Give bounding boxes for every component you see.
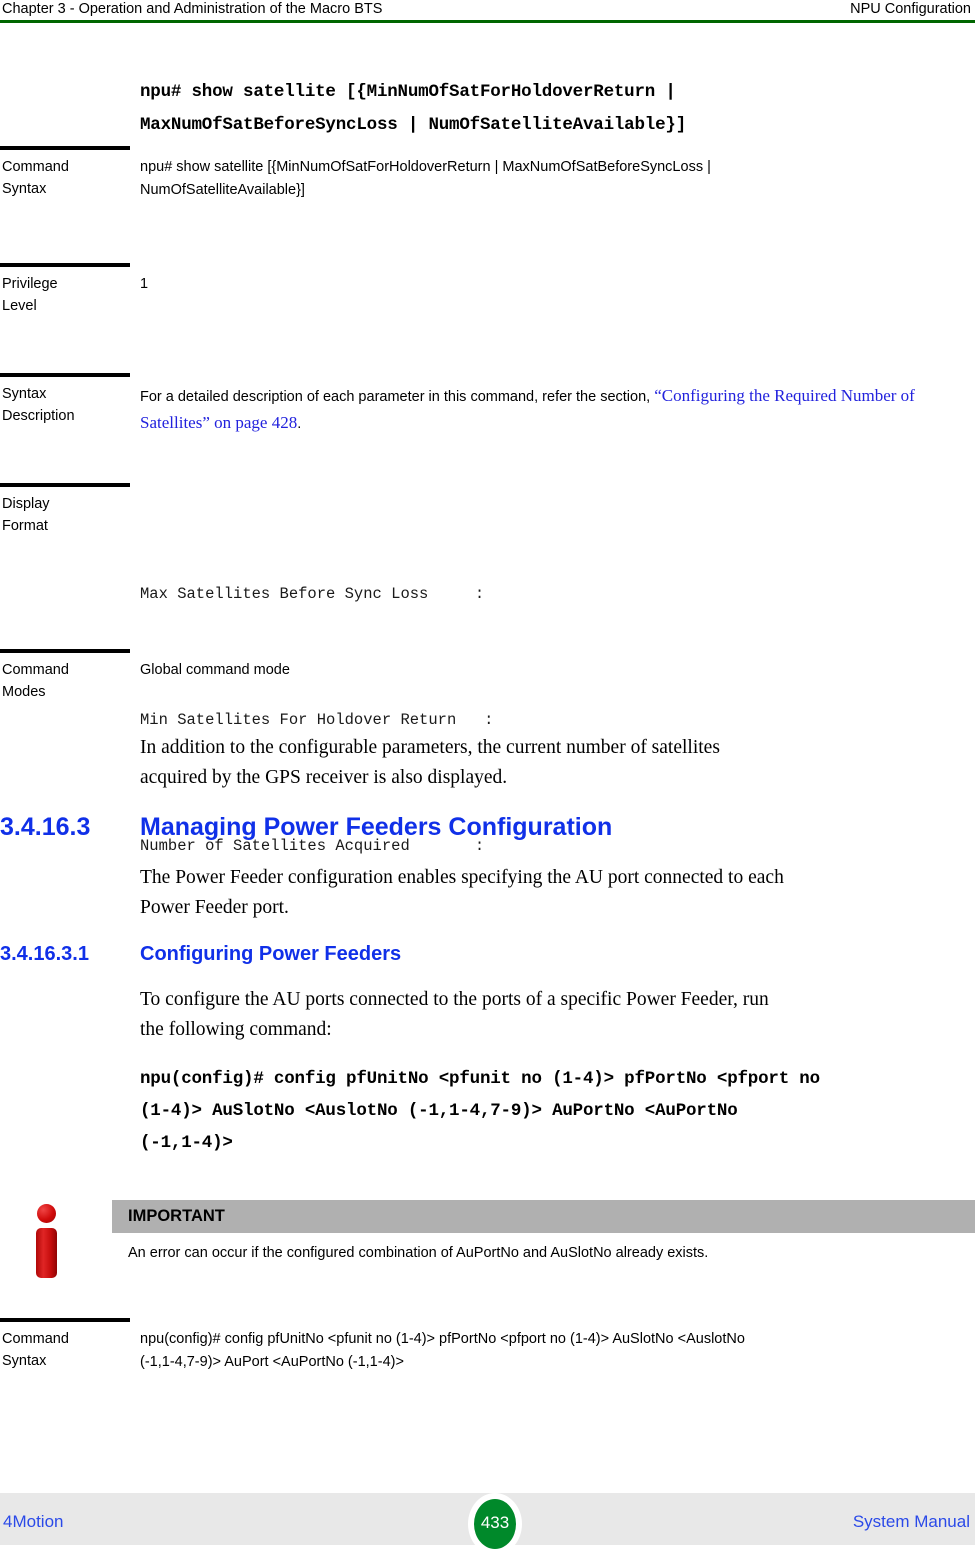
command-block-show-satellite: npu# show satellite [{MinNumOfSatForHold… xyxy=(140,76,975,142)
paragraph-power-feeder: The Power Feeder configuration enables s… xyxy=(140,863,968,923)
paragraph-configure-line1: To configure the AU ports connected to t… xyxy=(140,989,769,1010)
config-command-line-1: npu(config)# config pfUnitNo <pfunit no … xyxy=(140,1069,820,1089)
callout-banner: IMPORTANT xyxy=(112,1200,975,1233)
row-value-line1: npu# show satellite [{MinNumOfSatForHold… xyxy=(140,159,711,175)
footer-manual-name: System Manual xyxy=(852,1512,970,1531)
row-value-command-syntax: npu# show satellite [{MinNumOfSatForHold… xyxy=(140,156,968,202)
row-label-line1: Command xyxy=(2,1331,69,1347)
command-line-2: MaxNumOfSatBeforeSyncLoss | NumOfSatelli… xyxy=(140,115,686,135)
row-label-line1: Command xyxy=(2,662,69,678)
info-icon xyxy=(30,1204,64,1280)
row-label-command-syntax: Command Syntax xyxy=(2,156,134,200)
table-row-privilege-level: Privilege Level 1 xyxy=(0,263,975,363)
important-callout: IMPORTANT An error can occur if the conf… xyxy=(0,1200,975,1300)
paragraph-satellites: In addition to the configurable paramete… xyxy=(140,733,968,793)
row-label-display-format: Display Format xyxy=(2,493,134,537)
config-command-line-3: (-1,1-4)> xyxy=(140,1133,233,1153)
row-label-syntax-description: Syntax Description xyxy=(2,383,134,427)
paragraph-satellites-line1: In addition to the configurable paramete… xyxy=(140,737,720,758)
command-block-config-power-feeder: npu(config)# config pfUnitNo <pfunit no … xyxy=(140,1063,975,1159)
row-label-line1: Display xyxy=(2,496,50,512)
heading-number: 3.4.16.3 xyxy=(0,813,91,841)
syntax-description-text: For a detailed description of each param… xyxy=(140,389,655,405)
page-number-badge: 433 xyxy=(468,1493,522,1555)
footer-product-name: 4Motion xyxy=(3,1512,64,1531)
row-rule xyxy=(0,1318,130,1322)
header-chapter-title: Chapter 3 - Operation and Administration… xyxy=(2,1,383,17)
display-format-line-1: Max Satellites Before Sync Loss : xyxy=(140,585,485,603)
row-label-command-modes: Command Modes xyxy=(2,659,134,703)
cross-reference-link-part1[interactable]: “Configuring xyxy=(654,386,745,405)
page-number: 433 xyxy=(480,1513,510,1532)
page-running-header: Chapter 3 - Operation and Administration… xyxy=(0,0,975,22)
header-divider-rule xyxy=(0,20,975,23)
paragraph-power-feeder-line1: The Power Feeder configuration enables s… xyxy=(140,867,784,888)
table-row-syntax-description: Syntax Description For a detailed descri… xyxy=(0,373,975,473)
paragraph-configure-instruction: To configure the AU ports connected to t… xyxy=(140,985,968,1045)
row-value-command-modes: Global command mode xyxy=(140,662,290,678)
table-row-command-syntax: Command Syntax npu# show satellite [{Min… xyxy=(0,146,975,256)
row-label-line1: Command xyxy=(2,159,69,175)
row-label-line2: Format xyxy=(2,518,48,534)
paragraph-configure-line2: the following command: xyxy=(140,1019,332,1040)
heading-managing-power-feeders: 3.4.16.3 Managing Power Feeders Configur… xyxy=(0,812,975,844)
row-label-command-syntax: Command Syntax xyxy=(2,1328,134,1372)
config-command-line-2: (1-4)> AuSlotNo <AuslotNo (-1,1-4,7-9)> … xyxy=(140,1101,738,1121)
heading-text: Managing Power Feeders Configuration xyxy=(140,813,613,841)
row-rule xyxy=(0,483,130,487)
row-label-line1: Syntax xyxy=(2,386,47,402)
row-rule xyxy=(0,649,130,653)
info-icon-dot xyxy=(37,1204,56,1223)
row-label-privilege-level: Privilege Level xyxy=(2,273,134,317)
row-label-line2: Syntax xyxy=(2,1353,47,1369)
heading-text: Configuring Power Feeders xyxy=(140,943,402,965)
header-section-title: NPU Configuration xyxy=(850,1,971,17)
heading-number: 3.4.16.3.1 xyxy=(0,943,89,965)
row-rule xyxy=(0,146,130,150)
row-label-line2: Syntax xyxy=(2,181,47,197)
paragraph-satellites-line2: acquired by the GPS receiver is also dis… xyxy=(140,767,508,788)
row-value-privilege-level: 1 xyxy=(140,276,149,292)
heading-configuring-power-feeders: 3.4.16.3.1 Configuring Power Feeders xyxy=(0,942,975,969)
row-rule xyxy=(0,373,130,377)
paragraph-power-feeder-line2: Power Feeder port. xyxy=(140,897,289,918)
info-icon-stem xyxy=(36,1228,57,1278)
row-value-line2: (-1,1-4,7-9)> AuPort <AuPortNo (-1,1-4)> xyxy=(140,1354,404,1370)
row-value-line1: npu(config)# config pfUnitNo <pfunit no … xyxy=(140,1331,745,1347)
callout-body-text: An error can occur if the configured com… xyxy=(128,1245,709,1261)
row-label-line2: Level xyxy=(2,298,37,314)
callout-banner-label: IMPORTANT xyxy=(128,1207,225,1225)
syntax-description-period: . xyxy=(297,416,302,432)
table-row-command-modes: Command Modes Global command mode xyxy=(0,649,975,744)
row-rule xyxy=(0,263,130,267)
table-row-command-syntax-config-pf: Command Syntax npu(config)# config pfUni… xyxy=(0,1318,975,1413)
row-label-line2: Description xyxy=(2,408,75,424)
table-row-display-format: Display Format Max Satellites Before Syn… xyxy=(0,483,975,855)
row-label-line2: Modes xyxy=(2,684,46,700)
row-label-line1: Privilege xyxy=(2,276,58,292)
row-value-line2: NumOfSatelliteAvailable}] xyxy=(140,182,305,198)
row-value-syntax-description: For a detailed description of each param… xyxy=(140,383,968,437)
row-value-command-syntax-config-pf: npu(config)# config pfUnitNo <pfunit no … xyxy=(140,1328,968,1374)
command-line-1: npu# show satellite [{MinNumOfSatForHold… xyxy=(140,82,676,102)
